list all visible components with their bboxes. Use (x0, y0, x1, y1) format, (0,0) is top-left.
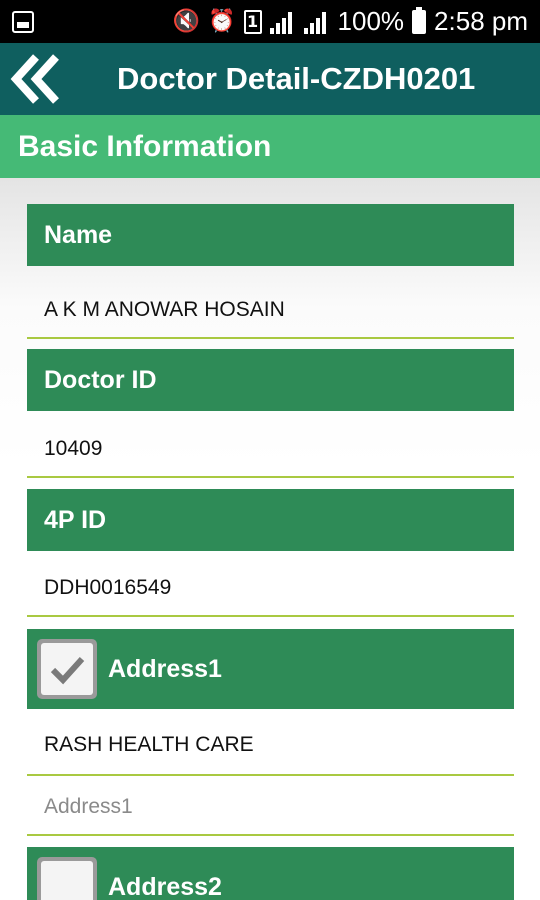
status-bar: 🔇 ⏰ 1 100% 2:58 pm (0, 0, 540, 43)
field-label: 4P ID (44, 506, 107, 534)
signal-icon (303, 10, 330, 34)
field-label: Doctor ID (44, 366, 157, 394)
section-header: Basic Information (0, 115, 540, 178)
field-label: Address1 (108, 655, 222, 683)
section-title: Basic Information (18, 130, 272, 163)
battery-icon (412, 6, 427, 34)
gallery-icon (12, 11, 34, 33)
field-header-name: Name (27, 204, 514, 266)
address1-input[interactable]: Address1 (44, 795, 133, 819)
vibrate-mute-icon: 🔇 (172, 9, 201, 34)
battery-percent: 100% (337, 6, 405, 36)
sim-icon: 1 (243, 9, 262, 34)
doctor-id-field[interactable]: 10409 (44, 437, 102, 461)
field-label: Address2 (108, 873, 222, 900)
field-underline (27, 476, 514, 478)
address1-field[interactable]: RASH HEALTH CARE (44, 733, 254, 757)
checkmark-icon (50, 656, 85, 685)
field-header-address1: Address1 (27, 629, 514, 709)
field-header-address2: Address2 (27, 847, 514, 900)
form-content: Name A K M ANOWAR HOSAIN Doctor ID 10409… (0, 178, 540, 900)
status-time: 2:58 pm (434, 6, 528, 36)
4p-id-field[interactable]: DDH0016549 (44, 576, 171, 600)
field-header-doctor-id: Doctor ID (27, 349, 514, 411)
signal-icon (269, 10, 296, 34)
status-icons: 🔇 ⏰ 1 100% 2:58 pm (173, 0, 528, 43)
field-underline (27, 615, 514, 617)
back-button[interactable] (8, 51, 64, 107)
field-underline (27, 834, 514, 836)
address1-checkbox[interactable] (37, 639, 97, 699)
field-label: Name (44, 221, 113, 249)
double-chevron-left-icon (10, 54, 59, 104)
name-field[interactable]: A K M ANOWAR HOSAIN (44, 298, 285, 322)
field-underline (27, 774, 514, 776)
address2-checkbox[interactable] (37, 857, 97, 900)
field-underline (27, 337, 514, 339)
app-bar: Doctor Detail-CZDH0201 (0, 43, 540, 115)
page-title: Doctor Detail-CZDH0201 (117, 61, 476, 96)
alarm-icon: ⏰ (208, 9, 236, 34)
field-header-4p-id: 4P ID (27, 489, 514, 551)
